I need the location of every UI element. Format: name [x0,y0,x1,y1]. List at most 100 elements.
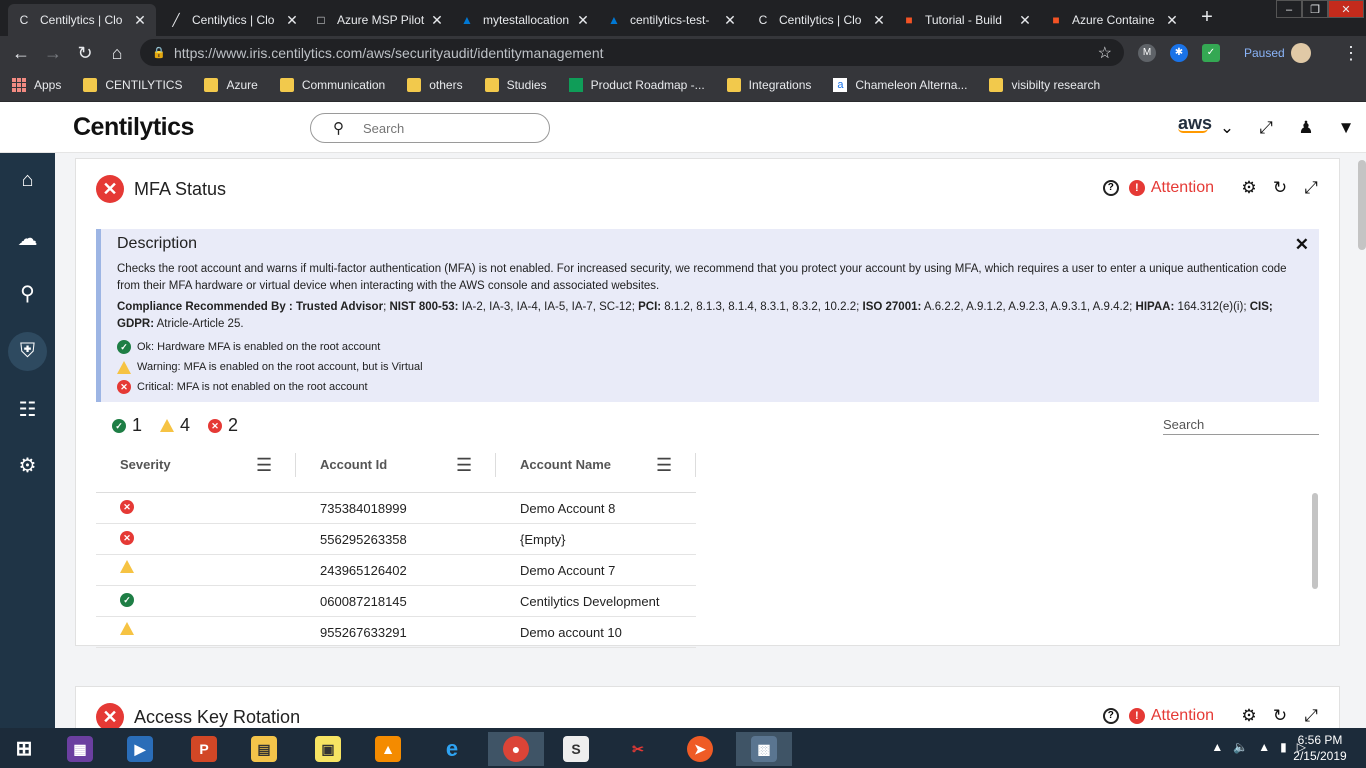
remote-desktop-icon[interactable]: ▩ [736,732,792,766]
column-separator[interactable] [695,453,696,477]
media-player-icon[interactable]: ▶ [116,732,164,766]
filter-icon[interactable]: ▼ [1335,117,1357,139]
clock[interactable]: 6:56 PM 2/15/2019 [1290,732,1350,764]
column-menu-icon[interactable]: ☰ [256,455,272,476]
centilytics-logo[interactable]: Centilytics [73,113,194,142]
windows-start-icon[interactable]: ⊞ [0,732,48,766]
table-scrollbar[interactable] [1312,493,1318,635]
table-search-input[interactable]: Search [1163,417,1319,435]
extension-m-icon[interactable]: M [1138,44,1156,62]
menu-kebab-icon[interactable]: ⋮ [1338,40,1364,66]
cost-search-icon[interactable]: ⚲ [8,275,47,314]
table-row[interactable]: 243965126402 Demo Account 7 [96,555,696,586]
forward-icon[interactable]: → [40,40,66,66]
help-icon[interactable]: ? [1102,708,1119,724]
bookmark-item[interactable]: Studies [484,78,547,92]
new-tab-button[interactable]: + [1196,6,1218,28]
column-separator[interactable] [295,453,296,477]
expand-icon[interactable]: ⤢ [1255,117,1277,139]
browser-tab[interactable]: ▲ centilytics-test- ✕ [598,4,746,36]
tray-up-arrow-icon[interactable]: ▲ [1211,740,1223,754]
close-window-button[interactable]: ✕ [1328,0,1364,18]
snipping-tool-icon[interactable]: ✂ [614,732,662,766]
column-severity[interactable]: Severity [120,457,171,472]
bookmark-item[interactable]: a Chameleon Alterna... [833,78,967,92]
browser-tab[interactable]: C Centilytics | Clo ✕ [8,4,156,36]
address-bar[interactable]: 🔒 https://www.iris.centilytics.com/aws/s… [140,39,1124,66]
extension-gear-icon[interactable]: ✱ [1170,44,1188,62]
minimize-button[interactable]: – [1276,0,1302,18]
winrar-icon[interactable]: ▦ [56,732,104,766]
bookmark-item[interactable]: Azure [204,78,258,92]
table-row[interactable]: ✕ 556295263358 {Empty} [96,524,696,555]
column-menu-icon[interactable]: ☰ [656,455,672,476]
close-icon[interactable]: ✕ [1295,235,1309,255]
bookmark-item[interactable]: Communication [279,78,385,92]
ok-count[interactable]: ✓ 1 [112,415,142,436]
chrome-icon[interactable]: ● [488,732,544,766]
bookmark-item[interactable]: visibilty research [989,78,1100,92]
user-icon[interactable]: ♟ [1295,117,1317,139]
bookmark-star-icon[interactable]: ☆ [1098,43,1112,63]
battery-icon[interactable]: ▮ [1280,740,1287,754]
browser-tab[interactable]: □ Azure MSP Pilot ✕ [305,4,453,36]
tab-close-icon[interactable]: ✕ [284,12,300,29]
browser-tab[interactable]: ▲ mytestallocation ✕ [451,4,599,36]
global-search-input[interactable] [363,120,523,136]
column-menu-icon[interactable]: ☰ [456,455,472,476]
sticky-notes-icon[interactable]: ▣ [304,732,352,766]
cloud-selector[interactable]: aws [1178,113,1212,133]
tab-close-icon[interactable]: ✕ [1017,12,1033,29]
back-icon[interactable]: ← [8,40,34,66]
snagit-icon[interactable]: S [552,732,600,766]
volume-icon[interactable]: 🔈 [1233,740,1248,754]
fullscreen-icon[interactable]: ⤢ [1301,178,1321,198]
vlc-icon[interactable]: ▲ [364,732,412,766]
bookmark-item[interactable]: others [407,78,463,92]
table-scrollbar-thumb[interactable] [1312,493,1318,589]
critical-count[interactable]: ✕ 2 [208,415,238,436]
help-icon[interactable]: ? [1102,180,1119,196]
browser-tab[interactable]: ╱ Centilytics | Clo ✕ [160,4,308,36]
file-explorer-icon[interactable]: ▤ [240,732,288,766]
extension-check-icon[interactable]: ✓ [1202,44,1220,62]
internet-explorer-icon[interactable]: e [428,732,476,766]
column-account-id[interactable]: Account Id [320,457,387,472]
warning-count[interactable]: 4 [160,415,190,436]
tab-close-icon[interactable]: ✕ [871,12,887,29]
settings-icon[interactable]: ⚙ [1239,178,1259,198]
governance-bank-icon[interactable]: ☷ [8,391,47,430]
tab-close-icon[interactable]: ✕ [429,12,445,29]
powerpoint-icon[interactable]: P [180,732,228,766]
browser-tab[interactable]: C Centilytics | Clo ✕ [747,4,895,36]
tab-close-icon[interactable]: ✕ [575,12,591,29]
table-row[interactable]: ✕ 735384018999 Demo Account 8 [96,493,696,524]
tab-close-icon[interactable]: ✕ [132,12,148,29]
browser-tab[interactable]: ■ Tutorial - Build ✕ [893,4,1041,36]
chevron-down-icon[interactable]: ⌄ [1216,117,1238,139]
security-shield-icon[interactable]: ⛨ [8,332,47,371]
refresh-icon[interactable]: ↻ [1270,178,1290,198]
refresh-icon[interactable]: ↻ [1270,706,1290,726]
profile-paused-button[interactable]: Paused [1244,43,1311,63]
postman-icon[interactable]: ➤ [676,732,724,766]
tab-close-icon[interactable]: ✕ [722,12,738,29]
fullscreen-icon[interactable]: ⤢ [1301,706,1321,726]
restore-button[interactable]: ❐ [1302,0,1328,18]
global-search[interactable]: ⚲ [310,113,550,143]
network-icon[interactable]: ▲ [1258,740,1270,754]
cloud-analytics-icon[interactable]: ☁ [8,220,47,259]
settings-gear-icon[interactable]: ⚙ [8,447,47,486]
bookmark-item[interactable]: Apps [12,78,61,92]
table-row[interactable]: 955267633291 Demo account 10 [96,617,696,648]
page-scrollbar[interactable] [1358,160,1366,250]
bookmark-item[interactable]: Product Roadmap -... [568,78,705,92]
browser-tab[interactable]: ■ Azure Containe ✕ [1040,4,1188,36]
settings-icon[interactable]: ⚙ [1239,706,1259,726]
column-separator[interactable] [495,453,496,477]
reload-icon[interactable]: ↻ [72,40,98,66]
bookmark-item[interactable]: Integrations [726,78,811,92]
bookmark-item[interactable]: CENTILYTICS [83,78,182,92]
column-account-name[interactable]: Account Name [520,457,611,472]
home-icon[interactable]: ⌂ [8,161,47,200]
